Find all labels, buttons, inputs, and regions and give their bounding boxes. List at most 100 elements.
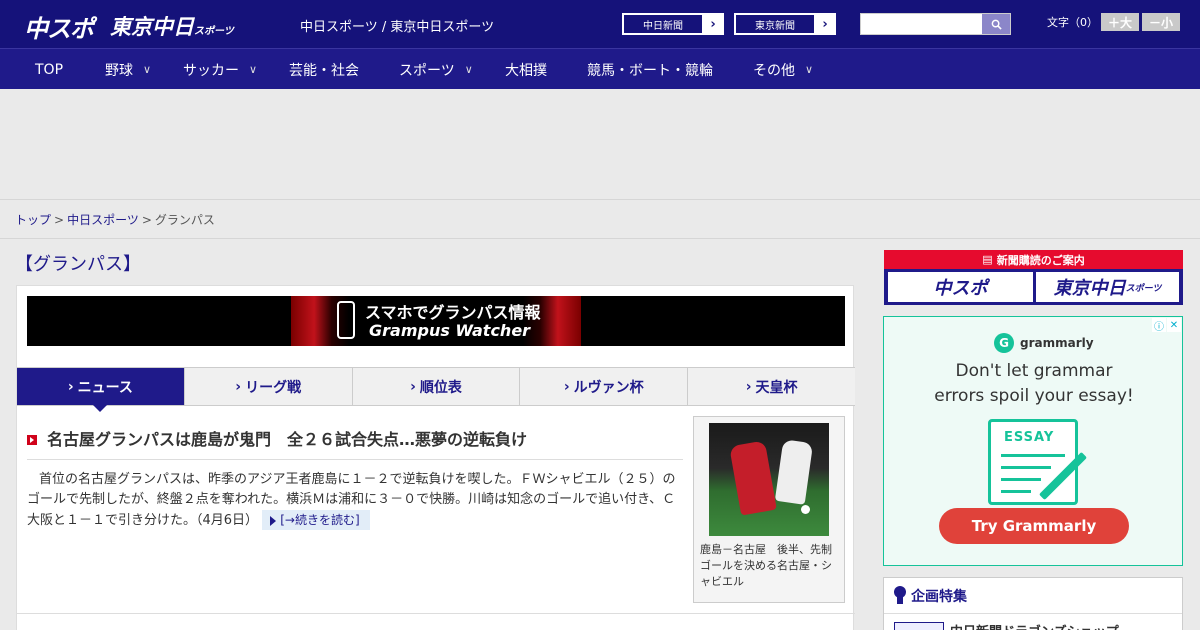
subscription-heading-label: 新聞購読のご案内 — [996, 253, 1085, 267]
divider — [884, 613, 1182, 614]
tab-label: 天皇杯 — [755, 379, 798, 396]
nav-entertainment[interactable]: 芸能・社会 — [289, 49, 359, 90]
font-size-label: 文字（0） — [1047, 16, 1098, 29]
tab-news[interactable]: › ニュース — [17, 368, 185, 412]
feature-thumbnail[interactable] — [894, 622, 944, 630]
tab-label: 順位表 — [419, 379, 462, 396]
ad-info-icon[interactable]: ⓘ — [1152, 318, 1166, 333]
subscription-heading: ▤ 新聞購読のご案内 — [884, 250, 1183, 269]
grammarly-ad[interactable]: ⓘ ✕ G grammarly Don't let grammar errors … — [883, 316, 1183, 566]
breadcrumb-separator: > — [54, 213, 65, 227]
article-header: 名古屋グランパスは鹿島が鬼門 全２６試合失点…悪夢の逆転負け — [27, 426, 683, 460]
chevron-right-icon: › — [563, 378, 570, 395]
smartphone-icon — [337, 301, 355, 339]
tokyo-logo-sub: スポーツ — [194, 26, 234, 37]
tab-emperors-cup[interactable]: › 天皇杯 — [688, 368, 855, 405]
photo-caption: 鹿島－名古屋 後半、先制ゴールを決める名古屋・シャビエル — [700, 543, 832, 588]
ad-headline: Don't let grammar errors spoil your essay… — [884, 359, 1184, 409]
breadcrumb-current: グランパス — [154, 213, 215, 227]
tokyo-shimbun-link[interactable]: 東京新聞 › — [734, 13, 836, 35]
nav-sports[interactable]: スポーツ ∨ — [399, 49, 473, 90]
subscribe-tokyo-label: 東京中日 — [1053, 278, 1126, 299]
ad-headline-line2: errors spoil your essay! — [934, 386, 1134, 406]
medal-icon — [894, 586, 906, 606]
breadcrumb-chunichi-sports[interactable]: 中日スポーツ — [67, 213, 139, 227]
banner-artwork: スマホでグランパス情報 Grampus Watcher — [291, 296, 581, 346]
read-more-label: [→続きを読む] — [280, 513, 360, 527]
article-photo — [709, 423, 829, 536]
site-caption: 中日スポーツ / 東京中日スポーツ — [300, 20, 495, 35]
try-grammarly-button[interactable]: Try Grammarly — [939, 508, 1129, 544]
font-larger-button[interactable]: ＋大 — [1101, 13, 1139, 31]
triangle-right-icon — [270, 515, 277, 526]
tab-levain-cup[interactable]: › ルヴァン杯 — [520, 368, 689, 405]
breadcrumb-top[interactable]: トップ — [15, 213, 51, 227]
nav-top[interactable]: TOP — [35, 49, 63, 90]
chevron-down-icon: ∨ — [464, 63, 473, 76]
tokyo-chunichi-logo[interactable]: 東京中日スポーツ — [110, 11, 234, 41]
chunichi-shimbun-label: 中日新聞 — [623, 14, 703, 34]
player-figure — [729, 440, 777, 516]
chevron-right-icon: › — [822, 16, 828, 32]
subscribe-tokyo-button[interactable]: 東京中日 スポーツ — [1036, 272, 1179, 302]
search-box — [860, 13, 1011, 35]
tokyo-logo-text: 東京中日 — [110, 14, 194, 39]
read-more-link[interactable]: [→続きを読む] — [262, 510, 370, 530]
ad-headline-line1: Don't let grammar — [955, 361, 1113, 381]
grammarly-logo: G grammarly — [994, 333, 1094, 353]
pencil-icon — [1038, 451, 1088, 501]
nav-label: その他 — [753, 62, 795, 79]
nav-baseball[interactable]: 野球 ∨ — [105, 49, 151, 90]
nav-label: 競馬・ボート・競輪 — [587, 62, 713, 79]
chevron-down-icon: ∨ — [249, 63, 258, 76]
grampus-watcher-banner[interactable]: スマホでグランパス情報 Grampus Watcher — [27, 296, 845, 346]
feature-link[interactable]: 中日新聞ドラゴンズショップ — [950, 621, 1119, 630]
article-date: （4月6日） — [196, 513, 259, 528]
nav-other[interactable]: その他 ∨ — [753, 49, 813, 90]
nav-label: 野球 — [105, 62, 133, 79]
player-figure — [774, 439, 814, 505]
search-button[interactable] — [982, 14, 1010, 34]
nav-racing[interactable]: 競馬・ボート・競輪 — [587, 49, 713, 90]
search-icon — [991, 19, 1002, 30]
divider — [17, 613, 855, 614]
essay-label: ESSAY — [1004, 430, 1055, 445]
play-marker-icon — [27, 435, 37, 445]
chunichi-shimbun-link[interactable]: 中日新聞 › — [622, 13, 724, 35]
article-body: 首位の名古屋グランパスは、昨季のアジア王者鹿島に１－２で逆転負けを喫した。ＦＷシ… — [27, 470, 687, 531]
chevron-right-icon: › — [235, 378, 242, 395]
close-icon[interactable]: ✕ — [1167, 318, 1181, 332]
divider — [0, 238, 1200, 239]
chevron-right-icon: › — [745, 378, 752, 395]
ad-controls: ⓘ ✕ — [1151, 318, 1181, 333]
chuspo-logo[interactable]: 中スポ — [24, 9, 94, 44]
special-features-heading: 企画特集 — [894, 586, 967, 606]
main-content: スマホでグランパス情報 Grampus Watcher › ニュース › リーグ戦 … — [16, 285, 855, 630]
nav-sumo[interactable]: 大相撲 — [505, 49, 547, 90]
nav-label: サッカー — [183, 62, 239, 79]
tab-standings[interactable]: › 順位表 — [353, 368, 521, 405]
subscribe-chuspo-button[interactable]: 中スポ — [888, 272, 1033, 302]
page-title: 【グランパス】 — [15, 254, 141, 275]
article-title[interactable]: 名古屋グランパスは鹿島が鬼門 全２６試合失点…悪夢の逆転負け — [47, 426, 527, 450]
banner-line1: スマホでグランパス情報 — [365, 303, 541, 322]
font-smaller-button[interactable]: －小 — [1142, 13, 1180, 31]
essay-line — [1001, 454, 1065, 457]
tab-league[interactable]: › リーグ戦 — [185, 368, 353, 405]
search-input[interactable] — [861, 14, 982, 34]
chevron-down-icon: ∨ — [143, 63, 152, 76]
nav-label: TOP — [35, 61, 64, 78]
article-photo-card[interactable]: 鹿島－名古屋 後半、先制ゴールを決める名古屋・シャビエル — [693, 416, 845, 603]
ball-figure — [801, 505, 810, 514]
essay-document-icon: ESSAY — [988, 419, 1088, 505]
tab-label: ニュース — [77, 379, 133, 396]
chevron-right-icon: › — [710, 16, 716, 32]
chevron-down-icon: ∨ — [805, 63, 814, 76]
section-tabs: › ニュース › リーグ戦 › 順位表 › ルヴァン杯 › 天皇杯 — [17, 367, 855, 412]
breadcrumb: トップ > 中日スポーツ > グランパス — [15, 211, 215, 228]
essay-line — [1001, 478, 1041, 481]
newspaper-icon: ▤ — [982, 253, 993, 266]
nav-soccer[interactable]: サッカー ∨ — [183, 49, 257, 90]
nav-label: 大相撲 — [505, 62, 547, 79]
subscription-box: ▤ 新聞購読のご案内 中スポ 東京中日 スポーツ — [884, 250, 1183, 305]
